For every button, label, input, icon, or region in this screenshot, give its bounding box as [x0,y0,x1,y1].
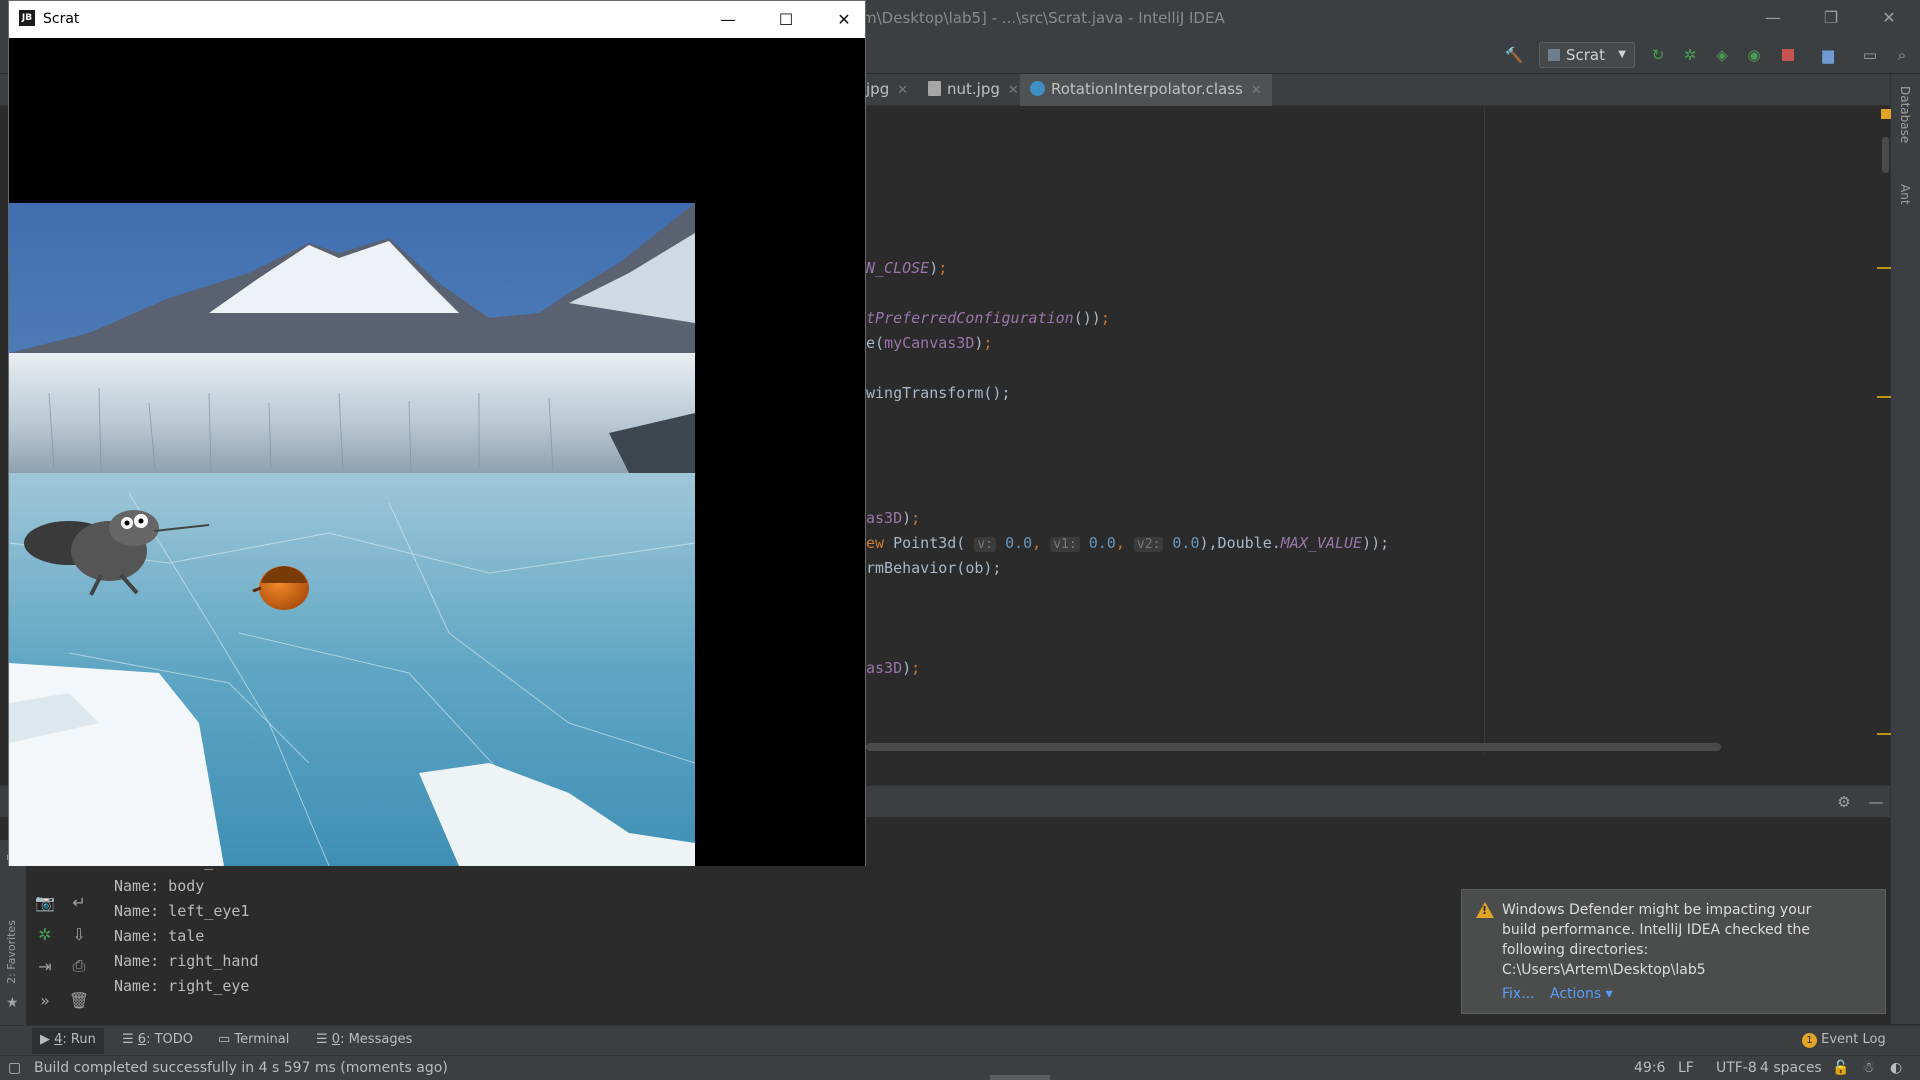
jb-app-icon: JB [19,10,35,26]
stop-icon[interactable] [1778,45,1798,65]
run-icon[interactable]: ↻ [1648,45,1668,65]
glacier-background-scene [9,203,695,866]
editor-horizontal-scrollbar[interactable] [866,743,1721,751]
scrat-minimize-button[interactable]: — [705,7,751,33]
code-line: e(myCanvas3D); [866,334,993,352]
java3d-canvas[interactable] [9,38,865,866]
tab-rotation-interpolator[interactable]: RotationInterpolator.class ✕ [1020,74,1272,106]
tab-label: jpg [866,80,890,98]
warning-stripe[interactable] [1877,267,1891,269]
file-encoding[interactable]: UTF-8 [1716,1060,1757,1076]
right-margin-guide [1484,107,1485,755]
ide-restore-button[interactable]: ❐ [1808,6,1854,30]
build-status-text[interactable]: Build completed successfully in 4 s 597 … [34,1060,448,1076]
right-tool-strip: Database Ant [1890,74,1920,1024]
ant-tool-button[interactable]: Ant [1898,184,1912,205]
run-configuration-selector[interactable]: Scrat ▼ [1539,42,1635,68]
console-line: Name: tale [114,927,205,945]
code-line: rmBehavior(ob); [866,559,1002,577]
coverage-icon[interactable]: ◈ [1712,45,1732,65]
code-line: as3D); [866,509,921,527]
bottom-tool-tabs: ▶ 4: Run ☰ 6: TODO ▭ Terminal ☰ 0: Messa… [0,1025,1920,1055]
tab-jpg[interactable]: jpg ✕ [866,74,908,106]
profile-icon[interactable]: ◉ [1744,45,1764,65]
code-line: wingTransform(); [866,384,1011,402]
actions-link[interactable]: Actions ▾ [1550,986,1613,1002]
camera-icon[interactable]: 📷 [34,891,56,913]
run-config-label: Scrat [1566,46,1606,64]
memory-icon[interactable]: ◐ [1890,1060,1902,1076]
line-separator[interactable]: LF [1678,1060,1694,1076]
exit-icon[interactable]: ⇥ [34,955,56,977]
tab-label: nut.jpg [947,80,1000,98]
ide-window-title: m\Desktop\lab5] - ...\src\Scrat.java - I… [862,9,1225,27]
code-line: as3D); [866,659,921,677]
hammer-icon[interactable]: 🔨 [1504,45,1524,65]
database-tool-button[interactable]: Database [1898,86,1912,143]
terminal-window-icon[interactable]: ▭ [1860,45,1880,65]
favorites-tool-button[interactable]: 2: Favorites [5,920,18,984]
tab-messages[interactable]: ☰ 0: Messages [316,1032,412,1047]
gear-icon[interactable]: ⚙ [1834,792,1854,812]
warning-icon: ! [1476,902,1494,918]
debug-icon[interactable]: ✲ [1680,45,1700,65]
ide-minimize-button[interactable]: — [1750,6,1796,30]
minimize-icon[interactable]: — [1866,792,1886,812]
class-file-icon [1030,81,1045,96]
application-icon [1548,49,1560,61]
tab-terminal[interactable]: ▭ Terminal [218,1032,289,1047]
code-line: N_CLOSE); [866,259,948,277]
scrat-window: JB Scrat — ☐ ✕ [8,0,866,866]
notification-text: Windows Defender might be impacting your… [1502,902,1812,978]
taskbar-peek [990,1075,1050,1080]
close-icon[interactable]: ✕ [897,83,908,98]
run-toolbar: 📷 ↵ ✲ ⇩ ⇥ ⎙ » 🗑 [30,855,100,1025]
close-icon[interactable]: ✕ [1251,83,1262,98]
scrat-window-title: Scrat [43,11,80,27]
lock-icon[interactable]: 🔓 [1832,1060,1849,1076]
star-icon[interactable]: ★ [6,995,19,1011]
tab-nut-jpg[interactable]: nut.jpg ✕ [928,74,1019,106]
more-icon[interactable]: » [34,989,56,1011]
console-line: Name: body [114,877,205,895]
scrat-maximize-button[interactable]: ☐ [763,7,809,33]
scroll-to-end-icon[interactable]: ⇩ [68,923,90,945]
console-line: Name: right_eye [114,977,250,995]
chevron-down-icon: ▼ [1618,49,1626,60]
code-line: ew Point3d( v: 0.0, v1: 0.0, v2: 0.0),Do… [866,534,1390,552]
indent-setting[interactable]: 4 spaces [1760,1060,1822,1076]
warning-indicator[interactable] [1881,109,1891,119]
image-file-icon [928,81,941,96]
console-line: Name: right_hand [114,952,259,970]
warning-stripe[interactable] [1877,396,1891,398]
code-line: tPreferredConfiguration()); [866,309,1110,327]
inspector-icon[interactable]: ☃ [1862,1060,1875,1076]
scrat-titlebar: JB Scrat — ☐ ✕ [9,1,865,38]
close-icon[interactable]: ✕ [1008,83,1019,98]
project-structure-icon[interactable]: ▆ [1818,45,1838,65]
warning-stripe[interactable] [1877,733,1891,735]
status-bar: ▢ Build completed successfully in 4 s 59… [0,1055,1920,1080]
console-line: Name: left_eye1 [114,902,250,920]
event-log-button[interactable]: 1 Event Log [1802,1032,1886,1048]
soft-wrap-icon[interactable]: ↵ [68,891,90,913]
ide-close-button[interactable]: ✕ [1866,6,1912,30]
windows-defender-notification: ! Windows Defender might be impacting yo… [1461,889,1886,1014]
status-toggle-icon[interactable]: ▢ [8,1060,21,1076]
trash-icon[interactable]: 🗑 [68,989,90,1011]
tab-todo[interactable]: ☰ 6: TODO [122,1032,193,1047]
scrat-close-button[interactable]: ✕ [821,7,867,33]
fix-link[interactable]: Fix... [1502,986,1535,1002]
search-icon[interactable]: ⌕ [1892,45,1912,65]
caret-position[interactable]: 49:6 [1634,1060,1665,1076]
left-tool-strip: 7: 2: Favorites ★ [0,840,26,1025]
editor-vertical-scrollbar[interactable] [1882,137,1889,173]
print-icon[interactable]: ⎙ [68,955,90,977]
debug-rerun-icon[interactable]: ✲ [34,923,56,945]
tab-label: RotationInterpolator.class [1051,80,1243,98]
event-count-badge: 1 [1802,1033,1817,1048]
tab-run[interactable]: ▶ 4: Run [32,1028,104,1054]
